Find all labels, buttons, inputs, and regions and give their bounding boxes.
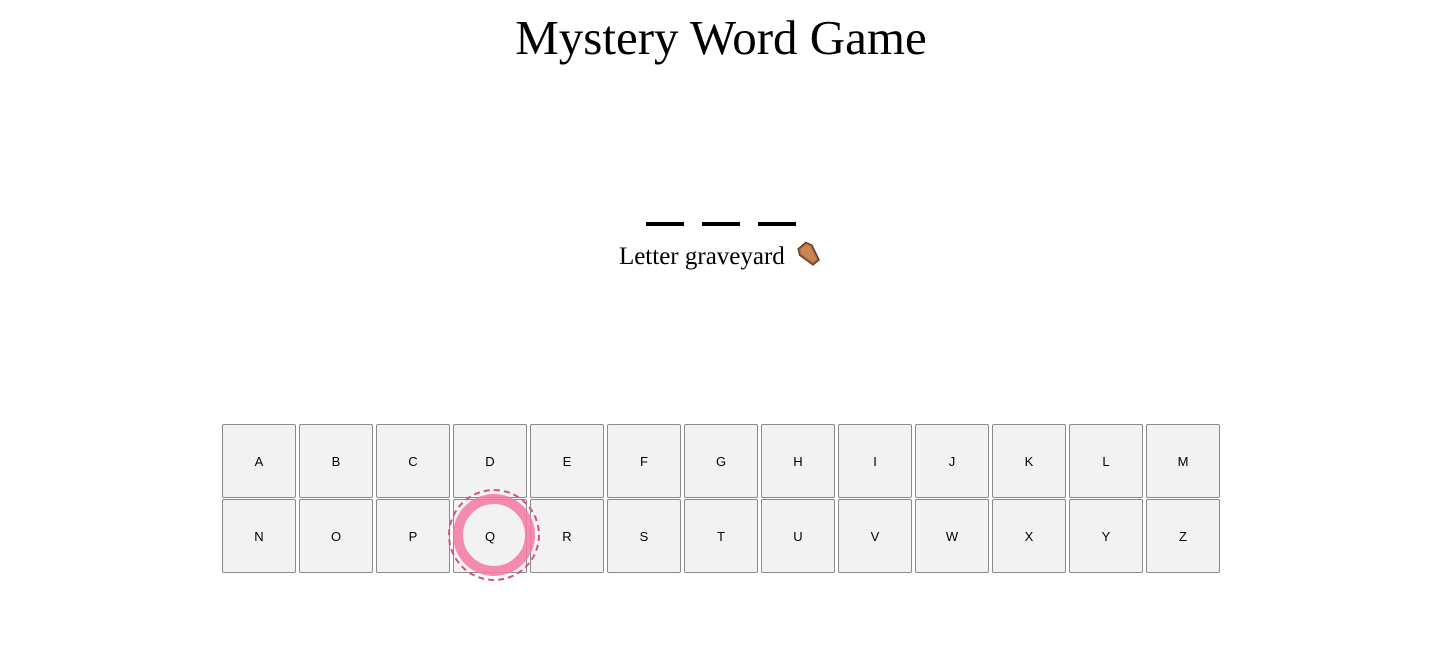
letter-slot: [702, 150, 740, 226]
key-o[interactable]: O: [299, 499, 373, 573]
key-g[interactable]: G: [684, 424, 758, 498]
key-b[interactable]: B: [299, 424, 373, 498]
letter-graveyard: Letter graveyard: [0, 240, 1442, 273]
key-j[interactable]: J: [915, 424, 989, 498]
key-r[interactable]: R: [530, 499, 604, 573]
letter-dash: [758, 222, 796, 226]
key-m[interactable]: M: [1146, 424, 1220, 498]
game-title: Mystery Word Game: [515, 10, 927, 65]
letter-slot: [646, 150, 684, 226]
key-p[interactable]: P: [376, 499, 450, 573]
key-i[interactable]: I: [838, 424, 912, 498]
key-u[interactable]: U: [761, 499, 835, 573]
letter-keyboard: A B C D E F G H I J K L M N O P Q R S T …: [222, 424, 1222, 573]
key-h[interactable]: H: [761, 424, 835, 498]
mystery-word: [0, 150, 1442, 226]
letter-dash: [702, 222, 740, 226]
key-n[interactable]: N: [222, 499, 296, 573]
key-v[interactable]: V: [838, 499, 912, 573]
coffin-icon: [795, 240, 823, 268]
key-t[interactable]: T: [684, 499, 758, 573]
key-z[interactable]: Z: [1146, 499, 1220, 573]
key-s[interactable]: S: [607, 499, 681, 573]
key-k[interactable]: K: [992, 424, 1066, 498]
graveyard-label: Letter graveyard: [618, 243, 785, 270]
key-l[interactable]: L: [1069, 424, 1143, 498]
key-y[interactable]: Y: [1069, 499, 1143, 573]
letter-dash: [646, 222, 684, 226]
key-x[interactable]: X: [992, 499, 1066, 573]
key-d[interactable]: D: [453, 424, 527, 498]
key-e[interactable]: E: [530, 424, 604, 498]
key-f[interactable]: F: [607, 424, 681, 498]
key-c[interactable]: C: [376, 424, 450, 498]
key-a[interactable]: A: [222, 424, 296, 498]
letter-slot: [758, 150, 796, 226]
key-w[interactable]: W: [915, 499, 989, 573]
key-q[interactable]: Q: [453, 499, 527, 573]
